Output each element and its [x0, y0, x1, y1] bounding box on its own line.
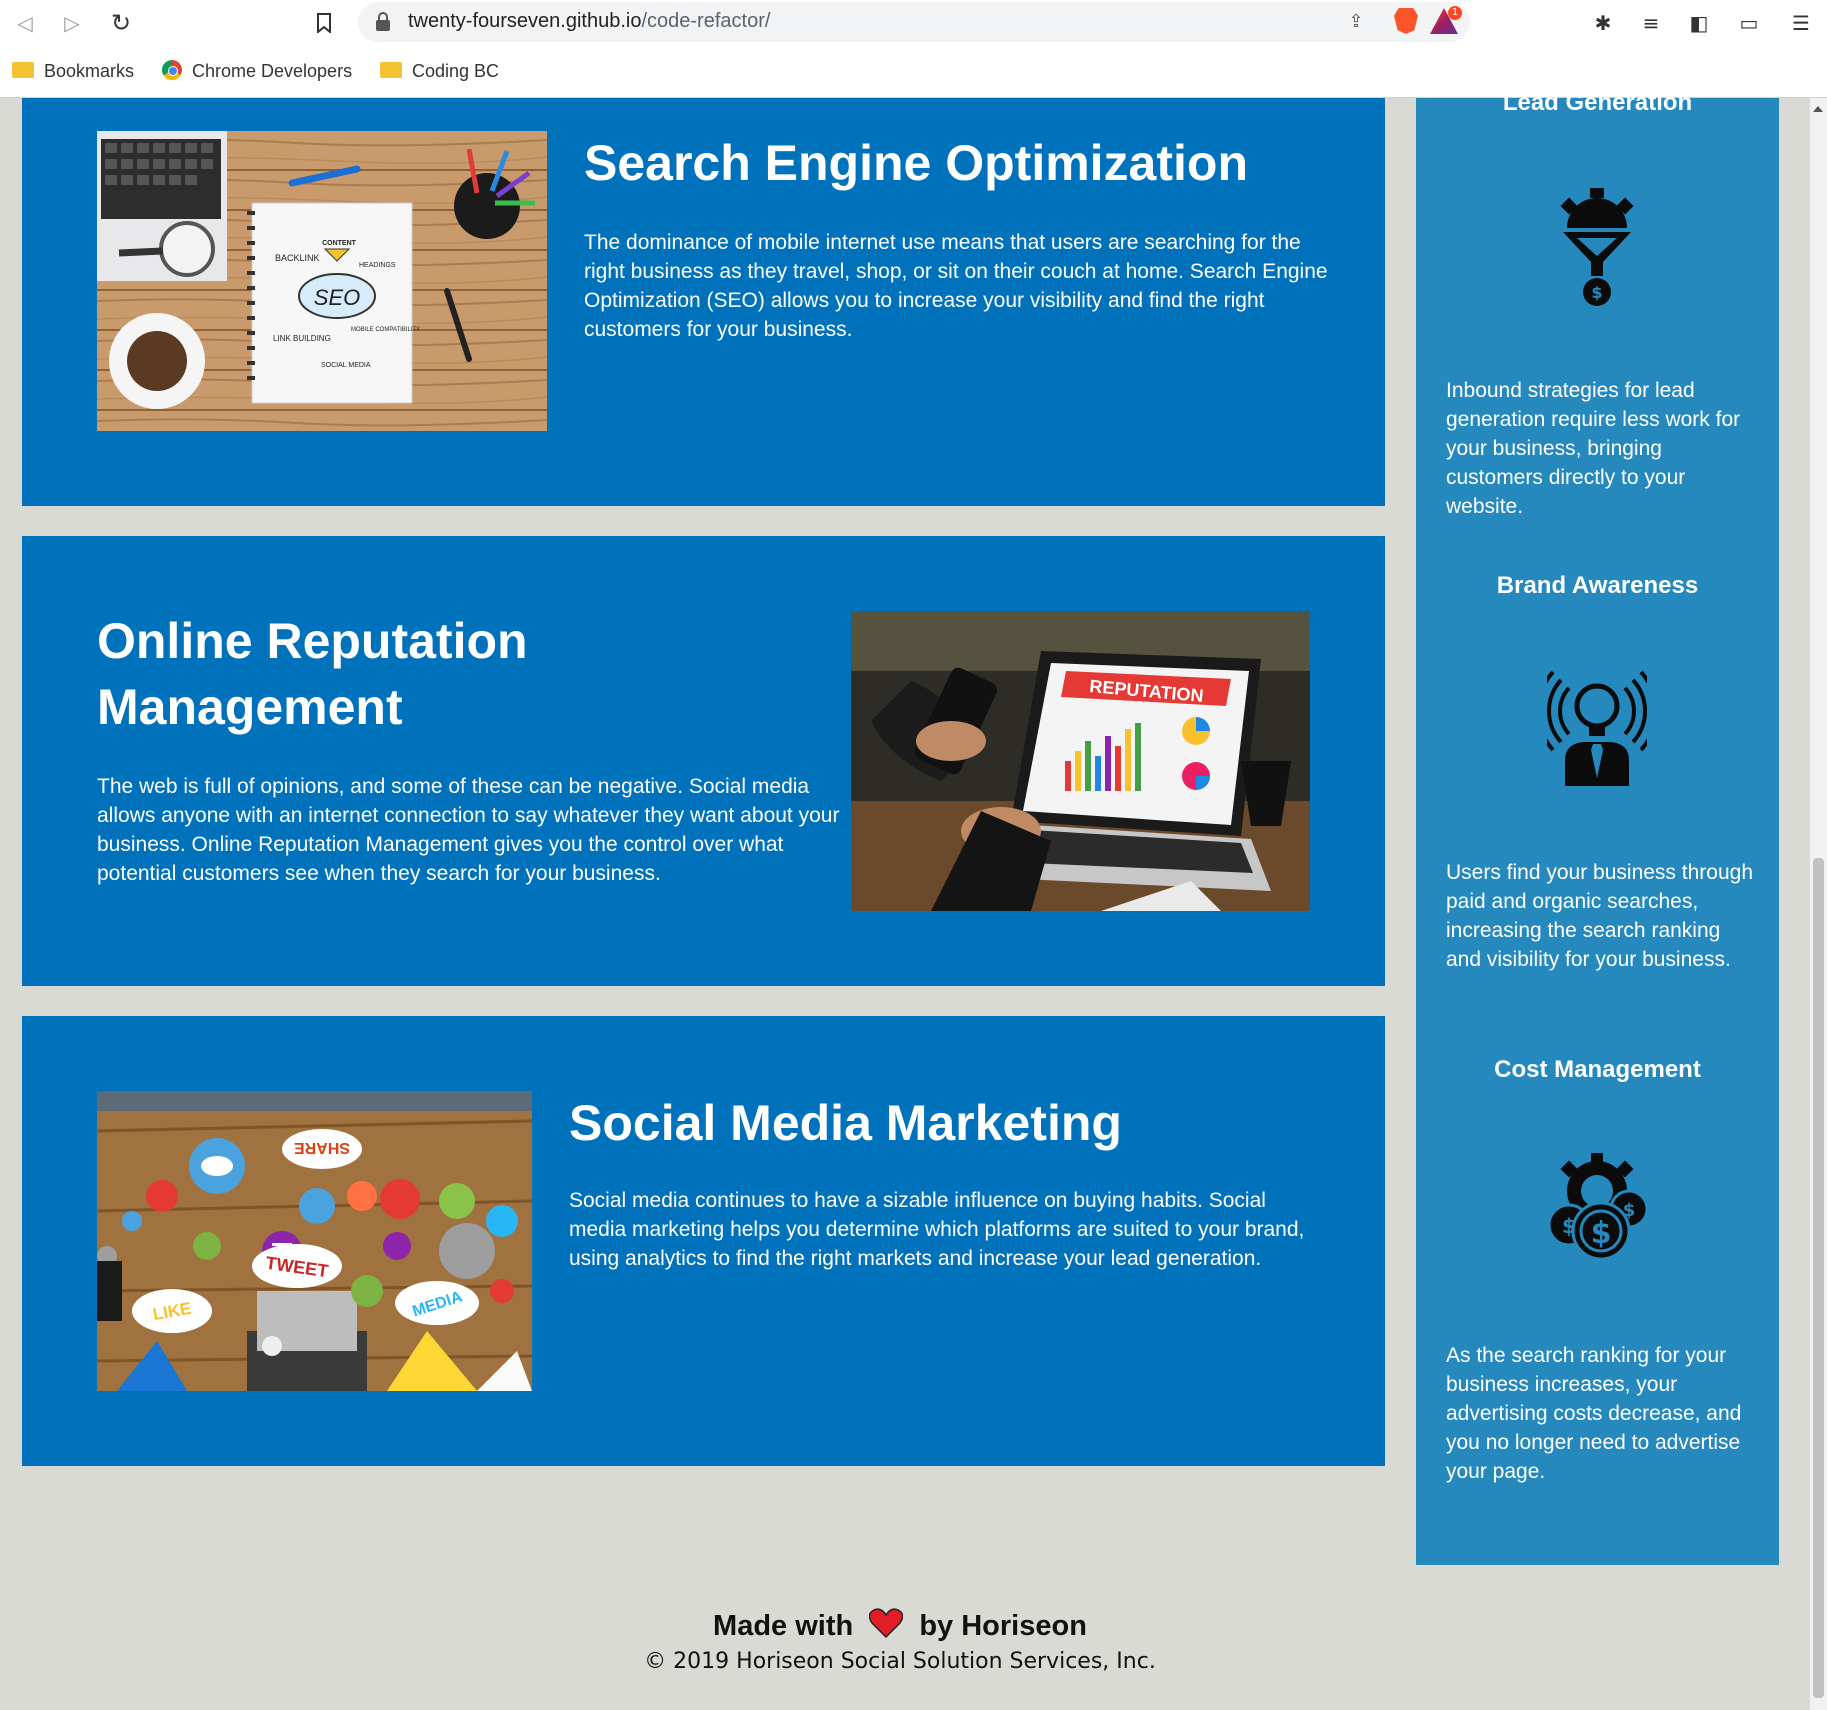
- scroll-up-icon[interactable]: [1813, 106, 1823, 112]
- seo-word-mobile: MOBILE COMPATIBILITY: [351, 327, 420, 333]
- svg-text:$: $: [1591, 283, 1602, 302]
- svg-text:$: $: [1562, 1214, 1576, 1238]
- benefit-title: Brand Awareness: [1496, 572, 1699, 599]
- seo-word-headings: HEADINGS: [359, 262, 396, 269]
- online-reputation-management-section: Online Reputation Management The web is …: [22, 536, 1385, 986]
- bookmark-chrome-developers[interactable]: Chrome Developers: [162, 58, 352, 84]
- bookmark-label: Chrome Developers: [192, 61, 353, 81]
- rewards-badge: 1: [1448, 6, 1462, 20]
- browser-chrome: ◁ ▷ ↻ twenty-fourseven.github.io/code-re…: [0, 0, 1827, 98]
- seo-word-social-media: SOCIAL MEDIA: [321, 362, 371, 369]
- scroll-thumb[interactable]: [1813, 858, 1824, 1698]
- footer-by-horiseon: by Horiseon: [919, 1610, 1087, 1643]
- benefit-text: Users find your business through paid an…: [1446, 861, 1753, 971]
- sidebar-icon[interactable]: ◧: [1684, 8, 1714, 38]
- footer-copyright: © 2019 Horiseon Social Solution Services…: [644, 1649, 1156, 1674]
- browser-toolbar: ◁ ▷ ↻ twenty-fourseven.github.io/code-re…: [0, 0, 1827, 46]
- share-icon[interactable]: ⇪: [1342, 8, 1370, 36]
- service-description: The web is full of opinions, and some of…: [97, 775, 840, 885]
- menu-icon[interactable]: ☰: [1786, 8, 1816, 38]
- reputation-image: REPUTATION: [851, 611, 1310, 911]
- page-scrollbar[interactable]: [1810, 98, 1827, 1710]
- bookmark-label: Bookmarks: [44, 61, 135, 81]
- social-media-image: SHARE TWEET LIKE MEDIA: [97, 1091, 532, 1391]
- seo-image: SEO CONTENT BACKLINK HEADINGS LINK BUILD…: [97, 131, 547, 431]
- back-icon[interactable]: ◁: [8, 6, 42, 40]
- svg-text:$: $: [1591, 1216, 1612, 1251]
- footer: Made with by Horiseon © 2019 Horiseon So…: [0, 1608, 1800, 1677]
- seo-word-seo: SEO: [314, 285, 360, 310]
- page-content: SEO CONTENT BACKLINK HEADINGS LINK BUILD…: [0, 89, 1827, 1710]
- service-description: Social media continues to have a sizable…: [569, 1189, 1305, 1270]
- seo-word-content: CONTENT: [322, 240, 357, 247]
- service-title: Social Media Marketing: [569, 1095, 1122, 1151]
- seo-word-backlink: BACKLINK: [275, 253, 320, 263]
- bookmark-bookmarks[interactable]: Bookmarks: [12, 58, 134, 84]
- bookmarks-bar: Bookmarks Chrome Developers Coding BC: [0, 52, 1827, 88]
- url-text[interactable]: twenty-fourseven.github.io/code-refactor…: [408, 10, 770, 33]
- heart-icon: [869, 1608, 904, 1647]
- search-engine-optimization-section: SEO CONTENT BACKLINK HEADINGS LINK BUILD…: [22, 98, 1385, 506]
- url-path: /code-refactor/: [641, 10, 771, 32]
- benefit-text: Inbound strategies for lead generation r…: [1446, 379, 1741, 518]
- forward-icon[interactable]: ▷: [55, 6, 89, 40]
- brave-shields-icon[interactable]: [1394, 8, 1418, 34]
- url-host: twenty-fourseven.github.io: [408, 10, 642, 32]
- footer-made-with-line: Made with by Horiseon: [0, 1608, 1800, 1647]
- seo-word-link-building: LINK BUILDING: [273, 334, 331, 343]
- share-bubble-label: SHARE: [294, 1139, 350, 1156]
- cost-management-icon: $ $ $: [1547, 1153, 1649, 1273]
- folder-icon: [380, 62, 402, 79]
- svg-text:$: $: [1623, 1200, 1636, 1221]
- benefit-title: Lead Generation: [1502, 89, 1693, 116]
- benefit-text: As the search ranking for your business …: [1446, 1344, 1742, 1483]
- address-bar[interactable]: twenty-fourseven.github.io/code-refactor…: [358, 2, 1470, 42]
- benefit-title: Cost Management: [1494, 1056, 1701, 1083]
- chrome-icon: [162, 60, 182, 81]
- footer-made-with: Made with: [713, 1610, 854, 1643]
- social-media-marketing-section: SHARE TWEET LIKE MEDIA Social Media Mark…: [22, 1016, 1385, 1466]
- service-title: Online Reputation Management: [97, 613, 528, 735]
- lock-icon: [376, 12, 390, 32]
- service-description: The dominance of mobile internet use mea…: [584, 231, 1328, 341]
- wallet-icon[interactable]: ▭: [1734, 8, 1764, 38]
- reload-icon[interactable]: ↻: [104, 6, 138, 40]
- bookmark-page-icon[interactable]: [307, 6, 341, 40]
- benefits-sidebar: Lead Generation $ Inbound strategies for…: [1416, 89, 1779, 1565]
- folder-icon: [12, 62, 34, 79]
- playlist-icon[interactable]: ≡: [1636, 8, 1666, 38]
- extensions-icon[interactable]: ✱: [1588, 8, 1618, 38]
- bookmark-coding-bc[interactable]: Coding BC: [380, 58, 499, 84]
- lead-generation-icon: $: [1547, 188, 1647, 308]
- bookmark-label: Coding BC: [412, 61, 500, 81]
- brand-awareness-icon: [1535, 668, 1659, 788]
- service-title: Search Engine Optimization: [584, 135, 1248, 191]
